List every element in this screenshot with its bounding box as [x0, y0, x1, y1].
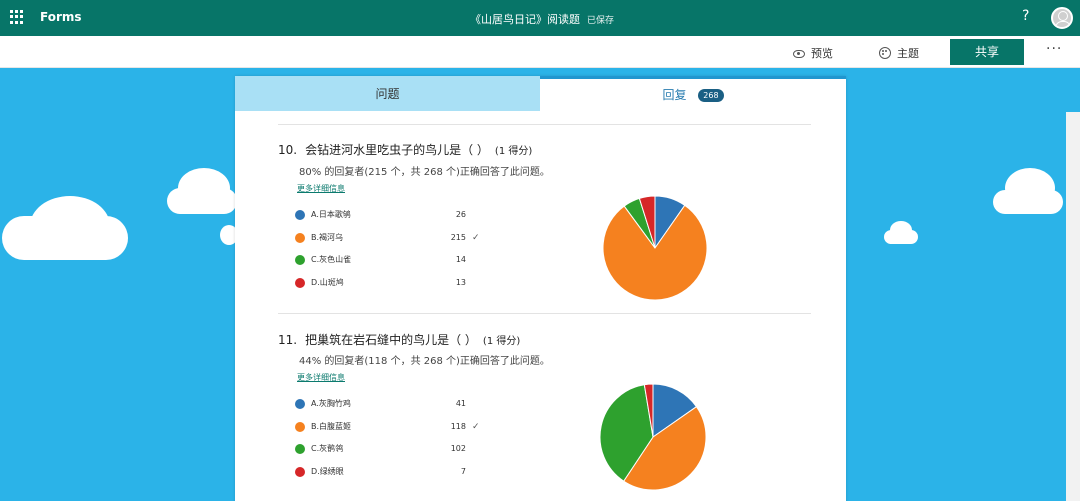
option-label: B.白腹蓝姬	[311, 422, 352, 431]
app-launcher-icon[interactable]	[10, 10, 24, 24]
tab-questions-label: 问题	[375, 87, 400, 101]
option-row: C.灰鹡鸰 102	[295, 443, 466, 454]
app-name[interactable]: Forms	[40, 10, 82, 24]
option-row: A.灰胸竹鸡 41	[295, 398, 466, 409]
question-title: 10. 会钻进河水里吃虫子的鸟儿是（ ） (1 得分)	[278, 141, 532, 158]
correct-rate-summary: 80% 的回复者(215 个，共 268 个)正确回答了此问题。	[299, 167, 550, 178]
cloud-decoration	[1005, 168, 1055, 208]
correct-rate-summary: 44% 的回复者(118 个，共 268 个)正确回答了此问题。	[299, 356, 550, 367]
question-points: (1 得分)	[482, 336, 521, 347]
legend-dot	[295, 443, 305, 454]
pie-chart	[602, 195, 708, 301]
divider	[278, 124, 811, 125]
legend-dot	[295, 466, 305, 477]
correct-check-icon: ✓	[472, 421, 480, 432]
theme-button[interactable]: 主题	[879, 45, 919, 61]
user-avatar-icon[interactable]	[1051, 7, 1073, 29]
tab-bar: 问题 回复 268	[235, 76, 846, 111]
question-number: 10.	[278, 143, 298, 157]
legend-dot	[295, 254, 305, 265]
question-text: 把巢筑在岩石缝中的鸟儿是（ ）	[305, 333, 477, 347]
tab-responses-label: 回复	[662, 88, 687, 102]
responses-card: 问题 回复 268 10. 会钻进河水里吃虫子的鸟儿是（ ） (1 得分) 80% …	[235, 76, 846, 501]
pie-chart	[599, 383, 707, 491]
cloud-decoration	[30, 196, 110, 256]
option-label: A.灰胸竹鸡	[311, 399, 351, 408]
option-label: C.灰鹡鸰	[311, 444, 344, 453]
legend-dot	[295, 398, 305, 409]
divider	[278, 313, 811, 314]
option-row: A.日本歌鸲 26	[295, 209, 466, 220]
question-text: 会钻进河水里吃虫子的鸟儿是（ ）	[305, 143, 489, 157]
option-count: 13	[455, 278, 466, 287]
option-count: 215	[450, 233, 466, 242]
more-details-link[interactable]: 更多详细信息	[297, 183, 345, 194]
option-count: 14	[455, 255, 466, 264]
cloud-decoration	[890, 221, 912, 239]
form-title: 《山居鸟日记》阅读题	[470, 13, 580, 26]
option-row: C.灰色山雀 14	[295, 254, 466, 265]
share-button[interactable]: 共享	[950, 39, 1024, 65]
correct-check-icon: ✓	[472, 232, 480, 243]
save-status: 已保存	[587, 16, 615, 26]
tab-questions[interactable]: 问题	[235, 76, 540, 111]
help-icon[interactable]: ?	[1022, 8, 1029, 24]
legend-dot	[295, 209, 305, 220]
question-points: (1 得分)	[494, 146, 533, 157]
preview-button[interactable]: 预览	[793, 45, 833, 61]
option-row: B.白腹蓝姬 118 ✓	[295, 421, 480, 432]
option-count: 102	[450, 444, 466, 453]
legend-dot	[295, 277, 305, 288]
cloud-decoration	[178, 168, 230, 208]
legend-dot	[295, 421, 305, 432]
form-toolbar: 预览 主题 共享 ···	[0, 36, 1080, 68]
option-row: D.山斑鸠 13	[295, 277, 466, 288]
more-details-link[interactable]: 更多详细信息	[297, 372, 345, 383]
question-number: 11.	[278, 333, 298, 347]
option-label: D.山斑鸠	[311, 278, 344, 287]
tab-responses[interactable]: 回复 268	[540, 76, 846, 111]
option-count: 41	[455, 399, 466, 408]
option-label: A.日本歌鸲	[311, 210, 351, 219]
option-row: D.绿绣眼 7	[295, 466, 466, 477]
preview-label: 预览	[811, 47, 833, 60]
option-count: 118	[450, 422, 466, 431]
legend-dot	[295, 232, 305, 243]
app-header: Forms 《山居鸟日记》阅读题 已保存 ?	[0, 0, 1080, 36]
palette-icon	[879, 47, 891, 59]
response-count-badge: 268	[698, 89, 724, 102]
more-options-icon[interactable]: ···	[1046, 41, 1062, 57]
theme-label: 主题	[897, 47, 919, 60]
option-count: 7	[460, 467, 466, 476]
cloud-decoration	[1066, 112, 1080, 501]
option-label: B.褐河乌	[311, 233, 344, 242]
option-row: B.褐河乌 215 ✓	[295, 232, 480, 243]
eye-icon	[793, 50, 805, 58]
option-count: 26	[455, 210, 466, 219]
option-label: D.绿绣眼	[311, 467, 344, 476]
question-title: 11. 把巢筑在岩石缝中的鸟儿是（ ） (1 得分)	[278, 331, 520, 348]
option-label: C.灰色山雀	[311, 255, 352, 264]
